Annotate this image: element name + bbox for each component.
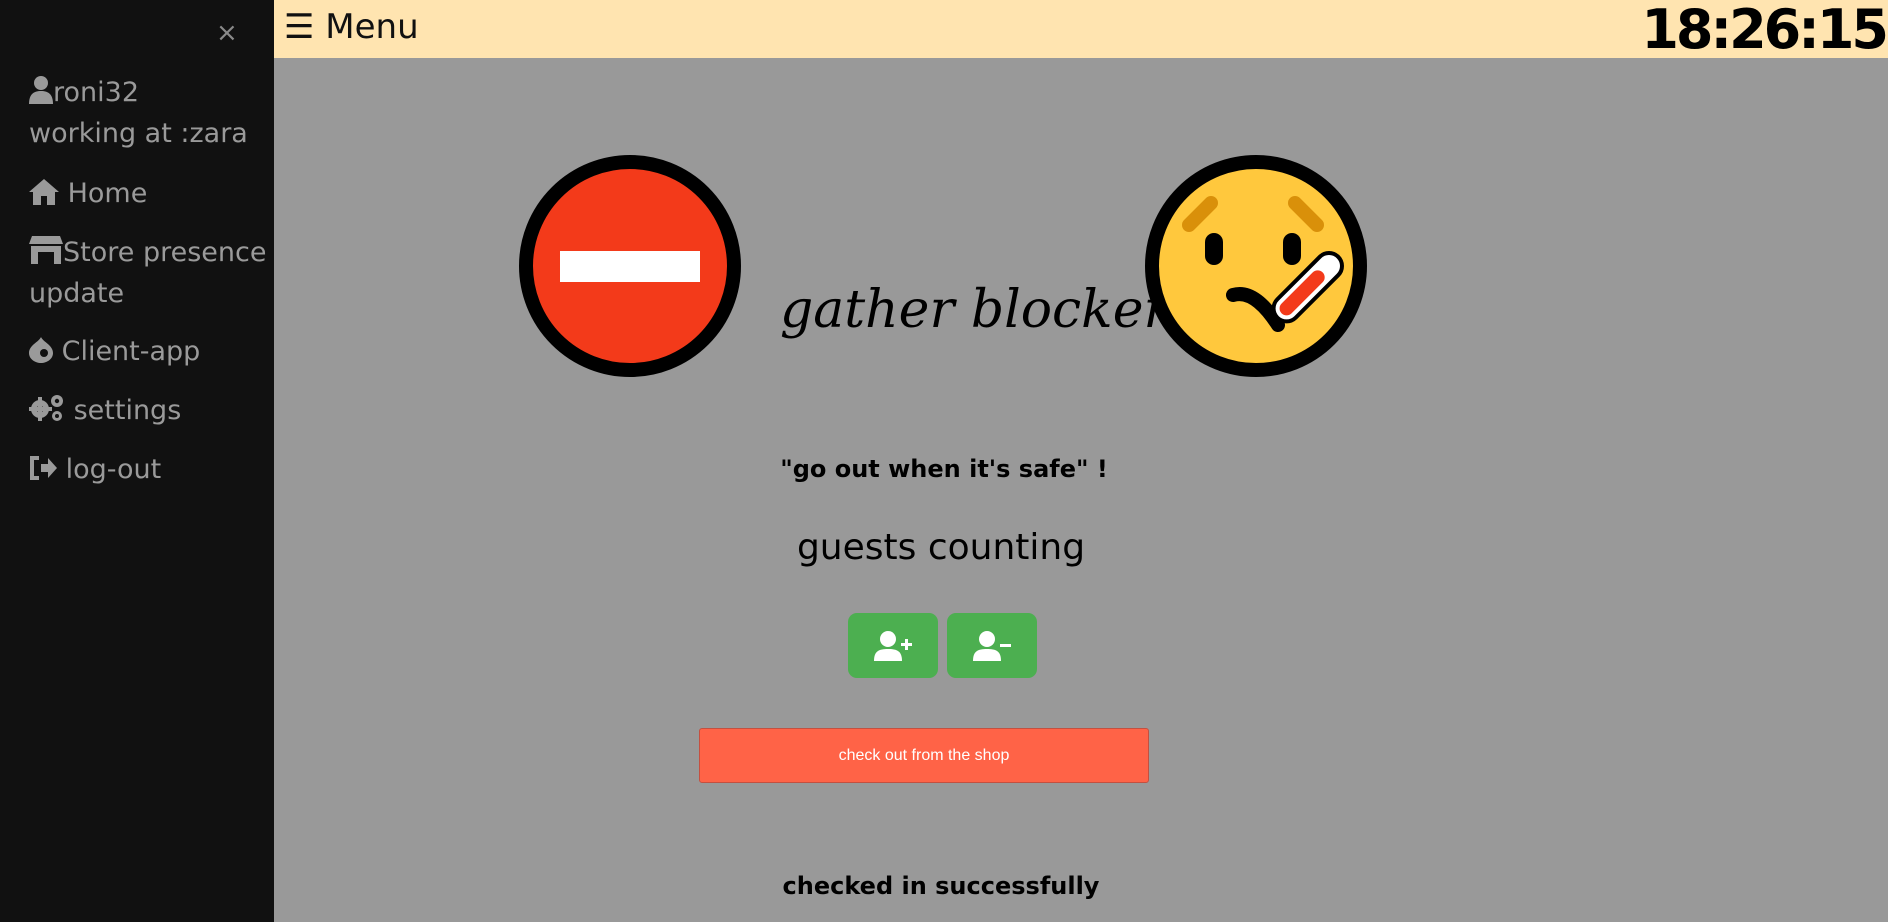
sidebar-item-client-app[interactable]: Client-app xyxy=(29,331,274,372)
close-sidebar-button[interactable]: × xyxy=(216,18,238,48)
sidebar-item-label: Client-app xyxy=(61,336,201,367)
home-icon xyxy=(29,179,59,205)
menu-button[interactable]: ☰ Menu xyxy=(284,7,419,47)
no-entry-icon xyxy=(519,155,741,381)
sidebar-item-home[interactable]: Home xyxy=(29,173,274,214)
sidebar-item-label: Home xyxy=(67,178,148,209)
sick-face-icon xyxy=(1145,155,1367,381)
gears-icon xyxy=(28,395,63,421)
status-message: checked in successfully xyxy=(782,872,1100,900)
store-icon xyxy=(29,236,63,264)
user-icon xyxy=(29,76,53,104)
slogan-text: "go out when it's safe" ! xyxy=(780,455,1108,483)
remove-guest-button[interactable] xyxy=(947,613,1037,678)
workplace: working at :zara xyxy=(29,118,248,149)
slogan: "go out when it's safe" ! xyxy=(0,455,1888,483)
user-plus-icon xyxy=(874,630,912,661)
clock: 18:26:15 xyxy=(1641,0,1888,61)
checkout-button[interactable]: check out from the shop xyxy=(699,728,1149,783)
section-title: guests counting xyxy=(796,527,1086,568)
sidebar-item-settings[interactable]: settings xyxy=(28,390,274,431)
sidebar-item-label: Store presence update xyxy=(29,237,267,309)
brand-title: gather blocker xyxy=(780,280,1169,340)
drupal-icon xyxy=(29,337,53,363)
top-bar: ☰ Menu 18:26:15 xyxy=(274,0,1888,61)
user-info: roni32 working at :zara xyxy=(29,72,269,154)
sidebar-item-store-presence[interactable]: Store presence update xyxy=(29,232,274,314)
sidebar-item-label: settings xyxy=(73,395,182,426)
user-minus-icon xyxy=(973,630,1011,661)
username: roni32 xyxy=(53,77,139,108)
add-guest-button[interactable] xyxy=(848,613,938,678)
